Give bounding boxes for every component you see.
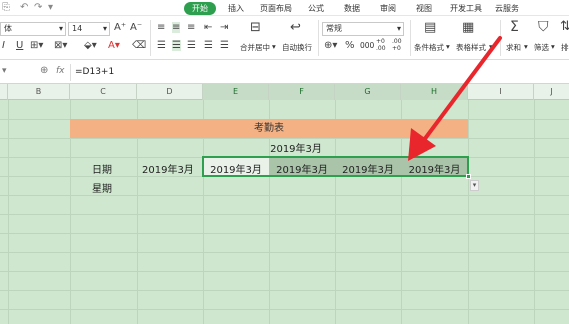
arrow-head xyxy=(408,128,436,161)
arrow-shaft xyxy=(419,36,502,146)
red-arrow-annotation xyxy=(408,36,502,161)
